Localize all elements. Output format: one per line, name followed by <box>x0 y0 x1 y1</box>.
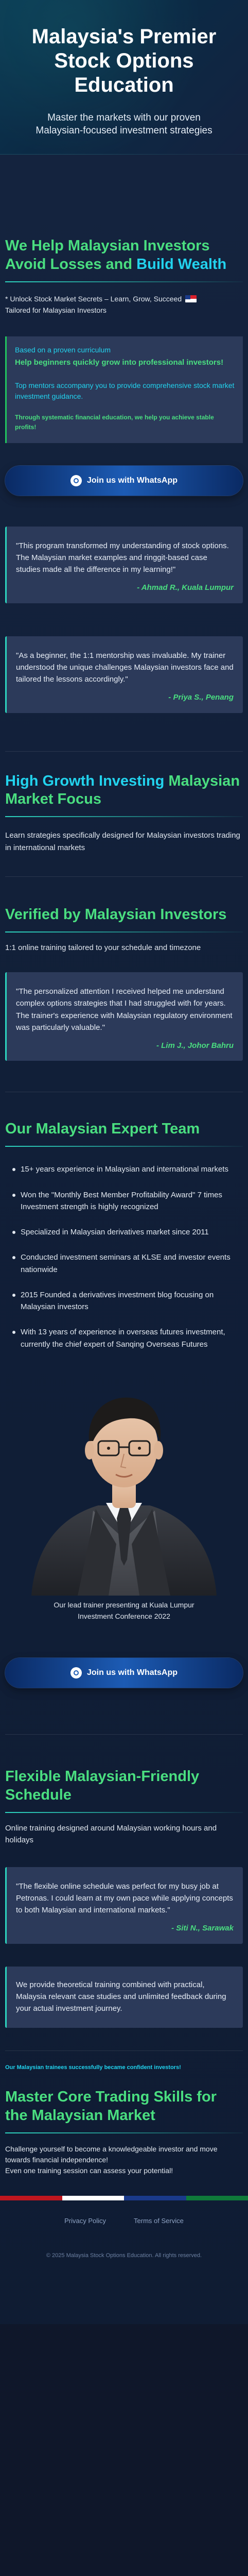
success-note: Our Malaysian trainees successfully beca… <box>5 2064 181 2071</box>
verified-text: 1:1 online training tailored to your sch… <box>5 943 201 952</box>
whatsapp-button-label: Join us with WhatsApp <box>87 476 178 485</box>
testimonial-text: "As a beginner, the 1:1 mentorship was i… <box>16 651 234 684</box>
verified-section: Verified by Malaysian Investors 1:1 onli… <box>0 877 248 1061</box>
growth-section: High Growth Investing Malaysian Market F… <box>0 752 248 854</box>
flexible-section: Flexible Malaysian-Friendly Schedule Onl… <box>0 1735 248 2028</box>
help-heading: We Help Malaysian Investors Avoid Losses… <box>5 237 243 274</box>
list-item: 15+ years experience in Malaysian and in… <box>5 1163 243 1175</box>
stripe-blue <box>124 2196 186 2201</box>
testimonial-author: - Lim J., Johor Bahru <box>156 1041 234 1050</box>
testimonial-text: "The flexible online schedule was perfec… <box>16 1882 233 1915</box>
info-line-1: Based on a proven curriculum <box>15 346 111 354</box>
testimonial-card: "The personalized attention I received h… <box>5 972 243 1061</box>
heading-underline <box>5 281 243 282</box>
help-section: We Help Malaysian Investors Avoid Losses… <box>0 155 248 713</box>
final-cta-section: Our Malaysian trainees successfully beca… <box>0 2051 248 2176</box>
info-line-3: Top mentors accompany you to provide com… <box>15 381 235 401</box>
help-tagline: * Unlock Stock Market Secrets – Learn, G… <box>5 294 243 316</box>
copyright-text: © 2025 Malaysia Stock Options Education.… <box>46 2252 202 2259</box>
list-item: Conducted investment seminars at KLSE an… <box>5 1251 243 1276</box>
help-tagline-sub: Tailored for Malaysian Investors <box>5 306 107 314</box>
heading-underline <box>5 931 243 933</box>
team-section: Our Malaysian Expert Team 15+ years expe… <box>0 1092 248 1688</box>
help-heading-accent: Build Wealth <box>136 256 227 273</box>
list-item: Won the "Monthly Best Member Profitabili… <box>5 1189 243 1213</box>
flexible-heading: Flexible Malaysian-Friendly Schedule <box>5 1768 200 1804</box>
testimonial-text: "This program transformed my understandi… <box>16 541 229 574</box>
trainer-portrait-illustration <box>31 1397 217 1596</box>
trainer-photo <box>11 1364 237 1596</box>
whatsapp-button-label: Join us with WhatsApp <box>87 1668 178 1677</box>
malaysia-flag-icon <box>185 295 197 302</box>
hero-subtitle: Master the markets with our proven Malay… <box>36 112 212 137</box>
list-item: Specialized in Malaysian derivatives mar… <box>5 1226 243 1238</box>
testimonial-card: "This program transformed my understandi… <box>5 526 243 603</box>
heading-underline <box>5 816 243 818</box>
stripe-white <box>62 2196 124 2201</box>
flag-color-stripe <box>0 2196 248 2201</box>
testimonial-card: "As a beginner, the 1:1 mentorship was i… <box>5 636 243 713</box>
final-heading: Master Core Trading Skills for the Malay… <box>5 2089 217 2124</box>
growth-heading-accent: High Growth Investing <box>5 772 165 789</box>
page-footer: Privacy Policy Terms of Service © 2025 M… <box>0 2200 248 2324</box>
testimonial-author: - Siti N., Sarawak <box>171 1924 234 1933</box>
practical-training-text: We provide theoretical training combined… <box>16 1980 226 2013</box>
team-heading: Our Malaysian Expert Team <box>5 1121 200 1138</box>
curriculum-info-box: Based on a proven curriculum Help beginn… <box>5 336 243 443</box>
whatsapp-join-button[interactable]: Join us with WhatsApp <box>5 1658 243 1688</box>
growth-heading: High Growth Investing Malaysian Market F… <box>5 772 243 809</box>
final-text-2: Even one training session can assess you… <box>5 2166 173 2175</box>
flexible-text: Online training designed around Malaysia… <box>5 1824 217 1845</box>
heading-underline <box>5 1812 243 1814</box>
heading-underline <box>5 2132 243 2134</box>
stripe-red <box>0 2196 62 2201</box>
whatsapp-icon <box>70 474 82 486</box>
info-line-2: Help beginners quickly grow into profess… <box>15 358 224 367</box>
footer-links: Privacy Policy Terms of Service <box>0 2217 248 2225</box>
practical-training-box: We provide theoretical training combined… <box>5 1966 243 2028</box>
heading-underline <box>5 1146 243 1147</box>
whatsapp-join-button[interactable]: Join us with WhatsApp <box>5 465 243 496</box>
stripe-green <box>186 2196 248 2201</box>
landing-page: Malaysia's Premier Stock Options Educati… <box>0 0 248 2325</box>
hero-title: Malaysia's Premier Stock Options Educati… <box>31 25 217 97</box>
growth-text: Learn strategies specifically designed f… <box>5 831 240 852</box>
verified-heading: Verified by Malaysian Investors <box>5 906 227 923</box>
whatsapp-icon <box>70 1667 82 1679</box>
list-item: With 13 years of experience in overseas … <box>5 1326 243 1350</box>
testimonial-card: "The flexible online schedule was perfec… <box>5 1867 243 1944</box>
hero-banner: Malaysia's Premier Stock Options Educati… <box>0 0 248 155</box>
help-tagline-text: * Unlock Stock Market Secrets – Learn, G… <box>5 294 182 303</box>
testimonial-author: - Priya S., Penang <box>168 693 234 702</box>
final-text-1: Challenge yourself to become a knowledge… <box>5 2145 218 2164</box>
privacy-policy-link[interactable]: Privacy Policy <box>64 2217 106 2225</box>
terms-of-service-link[interactable]: Terms of Service <box>134 2217 184 2225</box>
info-line-4: Through systematic financial education, … <box>15 414 214 431</box>
list-item: 2015 Founded a derivatives investment bl… <box>5 1289 243 1313</box>
trainer-photo-caption: Our lead trainer presenting at Kuala Lum… <box>54 1600 194 1620</box>
testimonial-text: "The personalized attention I received h… <box>16 987 233 1032</box>
team-credentials-list: 15+ years experience in Malaysian and in… <box>5 1163 243 1350</box>
testimonial-author: - Ahmad R., Kuala Lumpur <box>137 583 234 592</box>
